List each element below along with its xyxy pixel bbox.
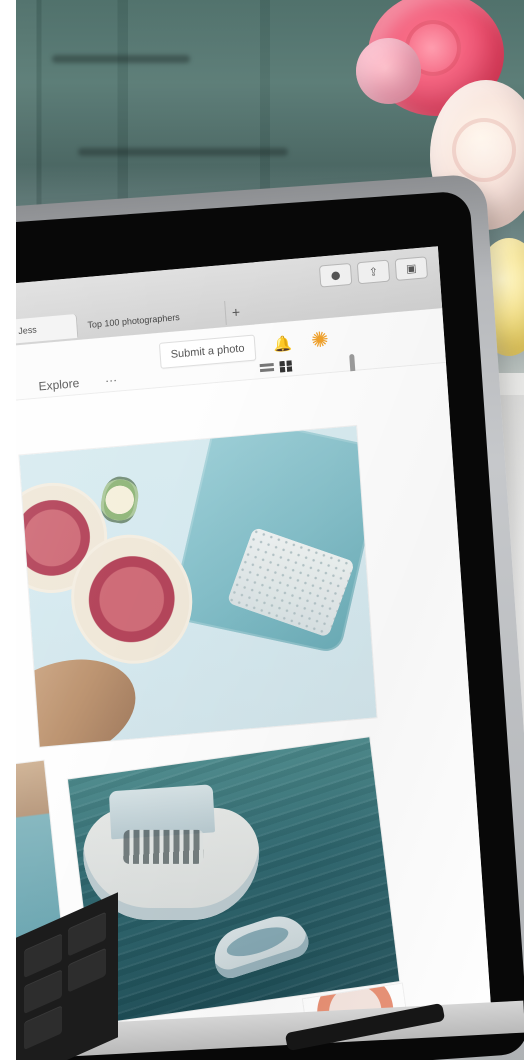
keyboard-key: [68, 947, 106, 993]
fig-photo-card[interactable]: [19, 425, 377, 747]
site-nav: Explore ···: [38, 373, 117, 394]
photo-scene: ● ⇪ ▣ ck — Designed by Jess Top 100 phot…: [0, 0, 524, 1060]
new-tab-button[interactable]: +: [225, 299, 247, 325]
view-mode-toggle: [260, 360, 295, 374]
wood-streak: [52, 55, 190, 63]
pink-rose: [356, 38, 421, 104]
more-menu-button[interactable]: ···: [105, 373, 118, 388]
logo-icon[interactable]: ✺: [310, 327, 329, 352]
left-white-strip: [0, 0, 16, 1060]
keyboard-key: [24, 1005, 62, 1051]
share-icon[interactable]: ⇪: [356, 259, 391, 285]
grid-view-icon[interactable]: [279, 360, 294, 372]
tabs-icon[interactable]: ▣: [394, 256, 429, 281]
explore-link[interactable]: Explore: [38, 376, 80, 394]
submit-photo-button[interactable]: Submit a photo: [158, 334, 257, 369]
list-view-icon[interactable]: [260, 362, 275, 374]
small-boat: [207, 908, 313, 983]
bell-icon[interactable]: 🔔: [273, 334, 293, 354]
fig-slice: [98, 474, 142, 526]
download-icon[interactable]: ●: [318, 262, 353, 288]
wood-streak: [78, 148, 288, 156]
